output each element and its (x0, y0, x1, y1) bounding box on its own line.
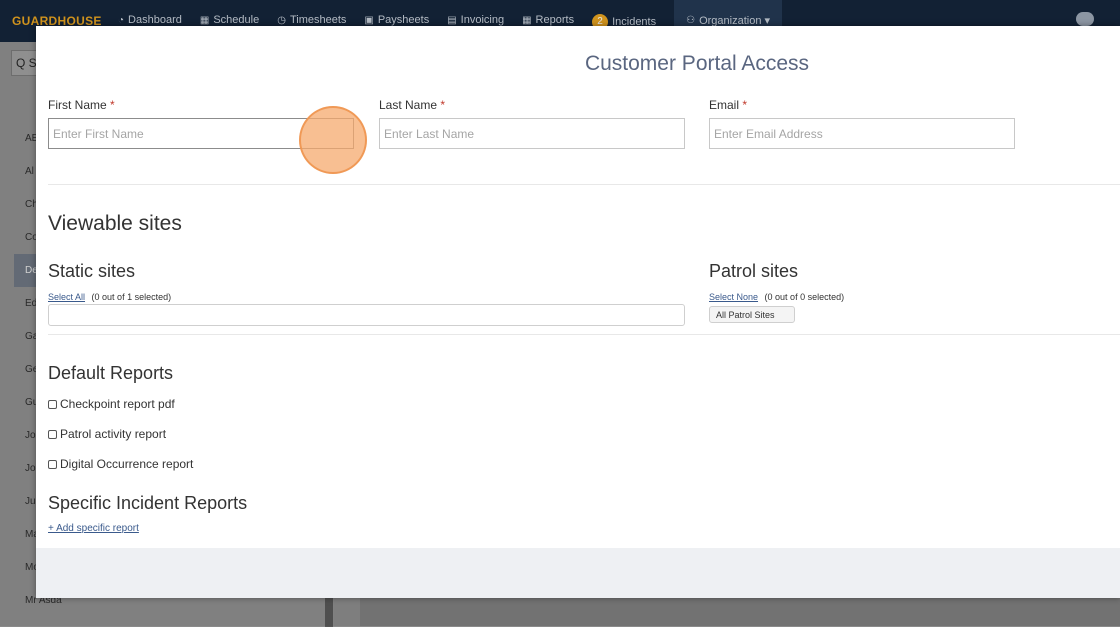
last-name-input[interactable] (379, 118, 685, 149)
email-label: Email * (709, 98, 1015, 112)
static-sites-select[interactable] (48, 304, 685, 326)
patrol-sites-heading: Patrol sites (709, 261, 799, 281)
patrol-activity-report-option[interactable]: Patrol activity report (48, 427, 166, 441)
first-name-input[interactable] (48, 118, 354, 149)
default-reports-heading: Default Reports (48, 363, 174, 383)
checkpoint-report-label: Checkpoint report pdf (60, 397, 175, 411)
divider (48, 334, 1120, 335)
modal-footer (36, 548, 1120, 598)
checkpoint-report-checkbox[interactable] (48, 399, 57, 409)
required-marker: * (110, 98, 115, 112)
patrol-sites-count: (0 out of 0 selected) (764, 292, 845, 302)
digital-occurrence-report-option[interactable]: Digital Occurrence report (48, 457, 193, 471)
digital-occurrence-report-checkbox[interactable] (48, 459, 57, 469)
required-marker: * (440, 98, 446, 112)
first-name-label: First Name * (48, 98, 354, 112)
add-specific-report-link[interactable]: + Add specific report (48, 523, 139, 534)
patrol-activity-report-checkbox[interactable] (48, 429, 57, 439)
patrol-activity-report-label: Patrol activity report (60, 427, 167, 441)
first-name-label-text: First Name (48, 98, 107, 112)
email-field: Email * (709, 98, 1015, 149)
digital-occurrence-report-label: Digital Occurrence report (60, 457, 194, 471)
customer-portal-modal: Customer Portal Access First Name * Last… (36, 26, 1120, 598)
first-name-field: First Name * (48, 98, 354, 149)
last-name-label-text: Last Name (379, 98, 438, 112)
static-sites-count: (0 out of 1 selected) (91, 292, 172, 302)
email-input[interactable] (709, 118, 1015, 149)
static-sites-heading: Static sites (48, 261, 136, 281)
last-name-field: Last Name * (379, 98, 685, 149)
all-patrol-sites-tag[interactable]: All Patrol Sites (709, 306, 795, 323)
static-sites-select-line: Select All (0 out of 1 selected) (48, 292, 171, 302)
last-name-label: Last Name * (379, 98, 685, 112)
divider (48, 184, 1120, 185)
specific-incident-reports-heading: Specific Incident Reports (48, 493, 248, 513)
viewable-sites-heading: Viewable sites (48, 212, 182, 235)
email-label-text: Email (709, 98, 740, 112)
modal-title: Customer Portal Access (584, 52, 810, 75)
required-marker: * (742, 98, 748, 112)
select-all-link[interactable]: Select All (48, 292, 85, 302)
checkpoint-report-option[interactable]: Checkpoint report pdf (48, 397, 175, 411)
patrol-sites-select-line: Select None (0 out of 0 selected) (709, 292, 844, 302)
select-none-link[interactable]: Select None (709, 292, 758, 302)
